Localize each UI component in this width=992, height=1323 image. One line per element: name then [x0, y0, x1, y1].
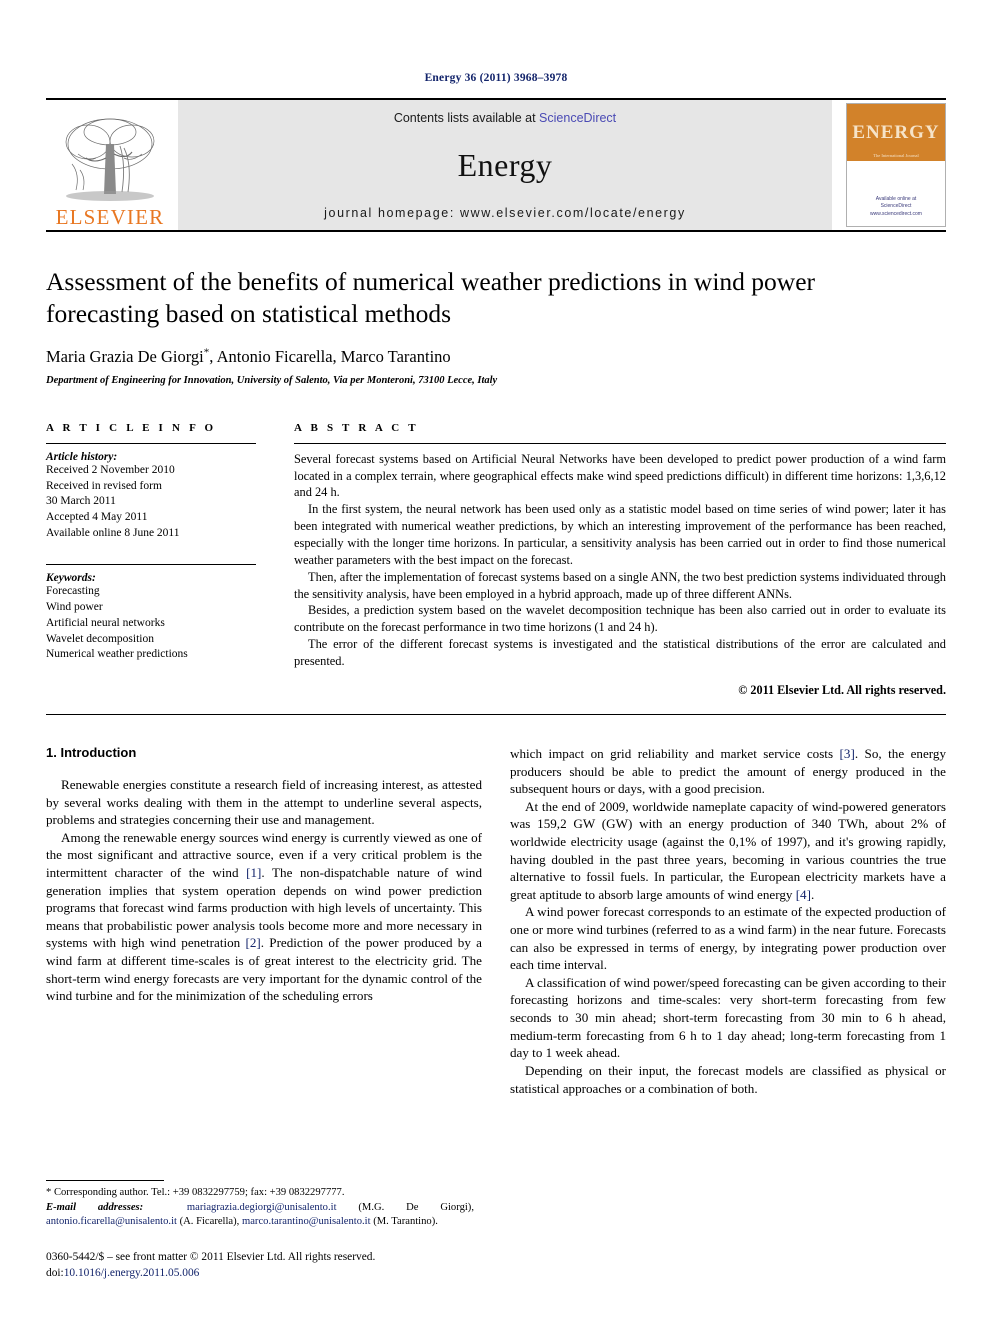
- citation-reference[interactable]: [2]: [245, 935, 260, 950]
- page-title: Assessment of the benefits of numerical …: [46, 267, 816, 329]
- journal-title: Energy: [457, 147, 553, 183]
- contents-available-line: Contents lists available at ScienceDirec…: [394, 111, 616, 125]
- body-paragraph: At the end of 2009, worldwide nameplate …: [510, 798, 946, 902]
- keyword-item: Numerical weather predictions: [46, 648, 188, 661]
- abstract-paragraph: Besides, a prediction system based on th…: [294, 603, 946, 635]
- abstract-body: Several forecast systems based on Artifi…: [294, 451, 946, 670]
- keyword-item: Wind power: [46, 600, 103, 613]
- article-history-item: Received in revised form: [46, 479, 162, 492]
- running-head: Energy 36 (2011) 3968–3978: [424, 72, 568, 84]
- elsevier-logo: ELSEVIER: [46, 100, 174, 230]
- abstract-paragraph: The error of the different forecast syst…: [294, 637, 946, 669]
- corresponding-author-marker: *: [203, 346, 210, 359]
- masthead-center: Contents lists available at ScienceDirec…: [178, 100, 832, 230]
- sciencedirect-link[interactable]: ScienceDirect: [539, 111, 616, 125]
- article-history-item: 30 March 2011: [46, 495, 116, 508]
- keywords-block: Keywords: Forecasting Wind power Artific…: [46, 564, 256, 663]
- journal-cover-thumbnail[interactable]: ENERGY The International Journal Availab…: [840, 100, 946, 230]
- abstract-paragraph: In the first system, the neural network …: [294, 502, 946, 567]
- body-paragraph: A classification of wind power/speed for…: [510, 974, 946, 1061]
- email-link-degiorgi[interactable]: mariagrazia.degiorgi@unisalento.it: [187, 1202, 337, 1213]
- journal-masthead: ELSEVIER Contents lists available at Sci…: [46, 98, 946, 230]
- doi-label: doi:: [46, 1266, 64, 1279]
- email-link-ficarella[interactable]: antonio.ficarella@unisalento.it: [46, 1216, 177, 1227]
- email-addresses-label: E-mail addresses:: [46, 1201, 144, 1213]
- article-history-label: Article history:: [46, 450, 118, 463]
- footnote-zone: * Corresponding author. Tel.: +39 083229…: [46, 1179, 474, 1281]
- affiliation-line: Department of Engineering for Innovation…: [46, 374, 498, 386]
- body-column-left: 1. Introduction Renewable energies const…: [46, 745, 482, 1097]
- article-info-heading: A R T I C L E I N F O: [46, 421, 217, 434]
- section-heading-introduction: 1. Introduction: [46, 744, 137, 760]
- email-link-tarantino[interactable]: marco.tarantino@unisalento.it: [242, 1216, 371, 1227]
- keyword-item: Artificial neural networks: [46, 616, 165, 629]
- keywords-label: Keywords:: [46, 572, 96, 585]
- cover-title-text: ENERGY: [852, 121, 940, 143]
- cover-footer-url: www.sciencedirect.com: [870, 210, 922, 217]
- abstract-copyright: © 2011 Elsevier Ltd. All rights reserved…: [738, 682, 946, 697]
- journal-homepage-link[interactable]: journal homepage: www.elsevier.com/locat…: [324, 206, 686, 220]
- article-history-item: Accepted 4 May 2011: [46, 511, 148, 524]
- contents-prefix-text: Contents lists available at: [393, 111, 540, 125]
- elsevier-tree-icon: [65, 118, 155, 201]
- email-owner-tarantino: (M. Tarantino).: [370, 1216, 438, 1228]
- author-list: Maria Grazia De Giorgi*, Antonio Ficarel…: [46, 346, 946, 367]
- article-info-rule: [46, 442, 256, 444]
- citation-reference[interactable]: [4]: [796, 887, 811, 902]
- cover-image: ENERGY The International Journal Availab…: [846, 103, 946, 227]
- abstract-paragraph: Several forecast systems based on Artifi…: [294, 451, 946, 500]
- abstract-rule: [294, 442, 946, 444]
- email-owner-degiorgi: (M.G. De Giorgi),: [336, 1201, 474, 1213]
- cover-footer-sciencedirect: ScienceDirect: [880, 203, 912, 209]
- keyword-item: Forecasting: [46, 585, 100, 598]
- email-separator-space: [165, 1202, 187, 1213]
- doi-line: doi:10.1016/j.energy.2011.05.006: [46, 1266, 474, 1281]
- body-paragraph: Among the renewable energy sources wind …: [46, 829, 482, 1004]
- body-columns: 1. Introduction Renewable energies const…: [46, 745, 946, 1097]
- cover-footer-available: Available online at: [875, 195, 917, 202]
- article-info-column: A R T I C L E I N F O Article history: R…: [46, 422, 278, 664]
- article-history-item: Available online 8 June 2011: [46, 527, 180, 540]
- body-column-right: which impact on grid reliability and mar…: [510, 745, 946, 1097]
- author-names: Maria Grazia De Giorgi*, Antonio Ficarel…: [46, 346, 451, 366]
- email-addresses-note: E-mail addresses: mariagrazia.degiorgi@u…: [46, 1201, 474, 1231]
- citation-reference[interactable]: [1]: [246, 865, 261, 880]
- info-abstract-region: A R T I C L E I N F O Article history: R…: [46, 422, 946, 698]
- abstract-bottom-rule: [46, 713, 946, 715]
- body-paragraph: A wind power forecast corresponds to an …: [510, 904, 946, 973]
- title-block: Assessment of the benefits of numerical …: [46, 232, 946, 386]
- body-paragraph: which impact on grid reliability and mar…: [510, 745, 946, 797]
- email-owner-ficarella: (A. Ficarella),: [176, 1216, 242, 1228]
- cover-footer-band: Available online at ScienceDirect www.sc…: [847, 161, 945, 226]
- paper-page: Energy 36 (2011) 3968–3978 ELSEVIER Cont…: [0, 0, 992, 1323]
- body-paragraph: Depending on their input, the forecast m…: [510, 1062, 946, 1096]
- article-history-item: Received 2 November 2010: [46, 463, 175, 476]
- elsevier-wordmark: ELSEVIER: [55, 205, 165, 229]
- keyword-item: Wavelet decomposition: [46, 632, 154, 645]
- keywords-rule: [46, 564, 256, 566]
- cover-header-band: ENERGY The International Journal: [847, 104, 945, 161]
- issn-doi-block: 0360-5442/$ – see front matter © 2011 El…: [46, 1250, 474, 1281]
- doi-link[interactable]: 10.1016/j.energy.2011.05.006: [64, 1267, 200, 1279]
- abstract-column: A B S T R A C T Several forecast systems…: [278, 422, 946, 698]
- body-paragraph: Renewable energies constitute a research…: [46, 776, 482, 828]
- issn-front-matter-line: 0360-5442/$ – see front matter © 2011 El…: [46, 1251, 376, 1264]
- footnote-rule: [46, 1179, 164, 1181]
- corresponding-author-note: * Corresponding author. Tel.: +39 083229…: [46, 1186, 345, 1198]
- abstract-paragraph: Then, after the implementation of foreca…: [294, 569, 946, 601]
- abstract-heading: A B S T R A C T: [294, 421, 419, 434]
- cover-subtitle-text: The International Journal: [873, 153, 919, 158]
- citation-reference[interactable]: [3]: [840, 746, 855, 761]
